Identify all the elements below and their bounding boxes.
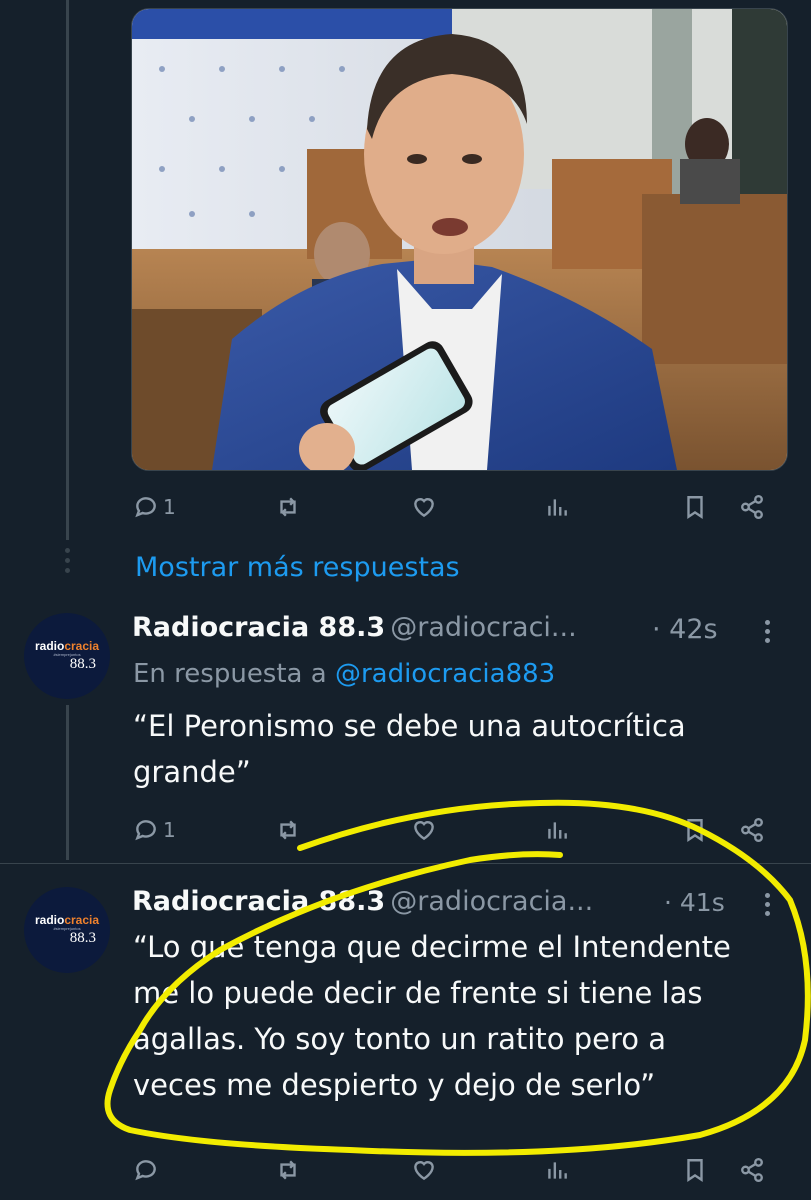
avatar-brand: radiocracia — [34, 639, 100, 653]
tweet-text-line: “El Peronismo se debe una autocrítica — [133, 709, 686, 743]
reply-count: 1 — [163, 818, 176, 842]
views-button[interactable] — [544, 817, 570, 843]
thread-line — [66, 0, 69, 540]
reply-count: 1 — [163, 495, 176, 519]
heart-icon — [414, 821, 434, 841]
avatar-frequency: 88.3 — [69, 930, 96, 946]
reply-button[interactable]: 1 — [133, 494, 176, 520]
retweet-button[interactable] — [275, 1157, 301, 1183]
bookmark-button[interactable] — [682, 817, 708, 843]
reply-context: En respuesta a @radiocracia883 — [133, 659, 555, 689]
thread-dots — [64, 548, 71, 573]
more-options-icon[interactable] — [765, 620, 771, 643]
views-icon — [548, 822, 567, 839]
like-button[interactable] — [411, 817, 437, 843]
bookmark-button[interactable] — [682, 494, 708, 520]
avatar-frequency: 88.3 — [69, 656, 96, 672]
bookmark-icon — [687, 819, 703, 842]
reply-button[interactable]: 1 — [133, 817, 176, 843]
reply-icon — [135, 820, 156, 841]
reply-prefix: En respuesta a — [133, 659, 327, 689]
avatar[interactable]: radiocracia #siemprejuntos 88.3 — [24, 887, 110, 973]
bookmark-button[interactable] — [682, 1157, 708, 1183]
user-handle[interactable]: @radiocracia... — [390, 886, 593, 917]
reply-icon — [135, 1160, 156, 1181]
tweet-header: Radiocracia 88.3 @radiocracia... — [132, 886, 593, 917]
share-button[interactable] — [739, 494, 765, 520]
views-icon — [548, 499, 567, 516]
like-button[interactable] — [411, 1157, 437, 1183]
tweet-text-line: grande” — [133, 755, 251, 789]
share-icon — [741, 1157, 763, 1183]
share-icon — [741, 817, 763, 843]
bookmark-icon — [687, 496, 703, 519]
heart-icon — [414, 1161, 434, 1181]
display-name[interactable]: Radiocracia 88.3 — [132, 612, 385, 643]
retweet-button[interactable] — [275, 817, 301, 843]
reply-to-handle[interactable]: @radiocracia883 — [335, 659, 555, 689]
timestamp[interactable]: · 42s — [652, 614, 718, 645]
retweet-icon — [280, 820, 296, 840]
thread-line — [66, 705, 69, 860]
tweet-photo[interactable] — [131, 8, 788, 471]
share-button[interactable] — [739, 817, 765, 843]
tweet-text: “El Peronismo se debe una autocrítica gr… — [133, 703, 686, 795]
bookmark-icon — [687, 1159, 703, 1182]
timestamp[interactable]: · 41s — [664, 888, 725, 917]
tweet-text-line: agallas. Yo soy tonto un ratito pero a — [133, 1022, 666, 1056]
share-icon — [741, 494, 763, 520]
tweet-text: “Lo que tenga que decirme el Intendente … — [133, 924, 731, 1108]
like-button[interactable] — [411, 494, 437, 520]
reply-icon — [135, 497, 156, 518]
tweet-text-line: “Lo que tenga que decirme el Intendente — [133, 930, 731, 964]
display-name[interactable]: Radiocracia 88.3 — [132, 886, 385, 917]
avatar[interactable]: radiocracia #siemprejuntos 88.3 — [24, 613, 110, 699]
tweet-text-line: veces me despierto y dejo de serlo” — [133, 1068, 656, 1102]
avatar-brand: radiocracia — [34, 913, 100, 927]
retweet-button[interactable] — [275, 494, 301, 520]
views-button[interactable] — [544, 494, 570, 520]
more-options-icon[interactable] — [765, 893, 771, 916]
tweet-header: Radiocracia 88.3 @radiocraci... — [132, 612, 577, 643]
share-button[interactable] — [739, 1157, 765, 1183]
views-icon — [548, 1162, 567, 1179]
views-button[interactable] — [544, 1157, 570, 1183]
retweet-icon — [280, 497, 296, 517]
retweet-icon — [280, 1160, 296, 1180]
tweet-text-line: me lo puede decir de frente si tiene las — [133, 976, 703, 1010]
divider — [0, 863, 811, 864]
heart-icon — [414, 498, 434, 518]
reply-button[interactable] — [133, 1157, 163, 1183]
photo-image — [132, 9, 787, 470]
user-handle[interactable]: @radiocraci... — [390, 612, 576, 643]
show-more-replies-link[interactable]: Mostrar más respuestas — [135, 552, 460, 583]
